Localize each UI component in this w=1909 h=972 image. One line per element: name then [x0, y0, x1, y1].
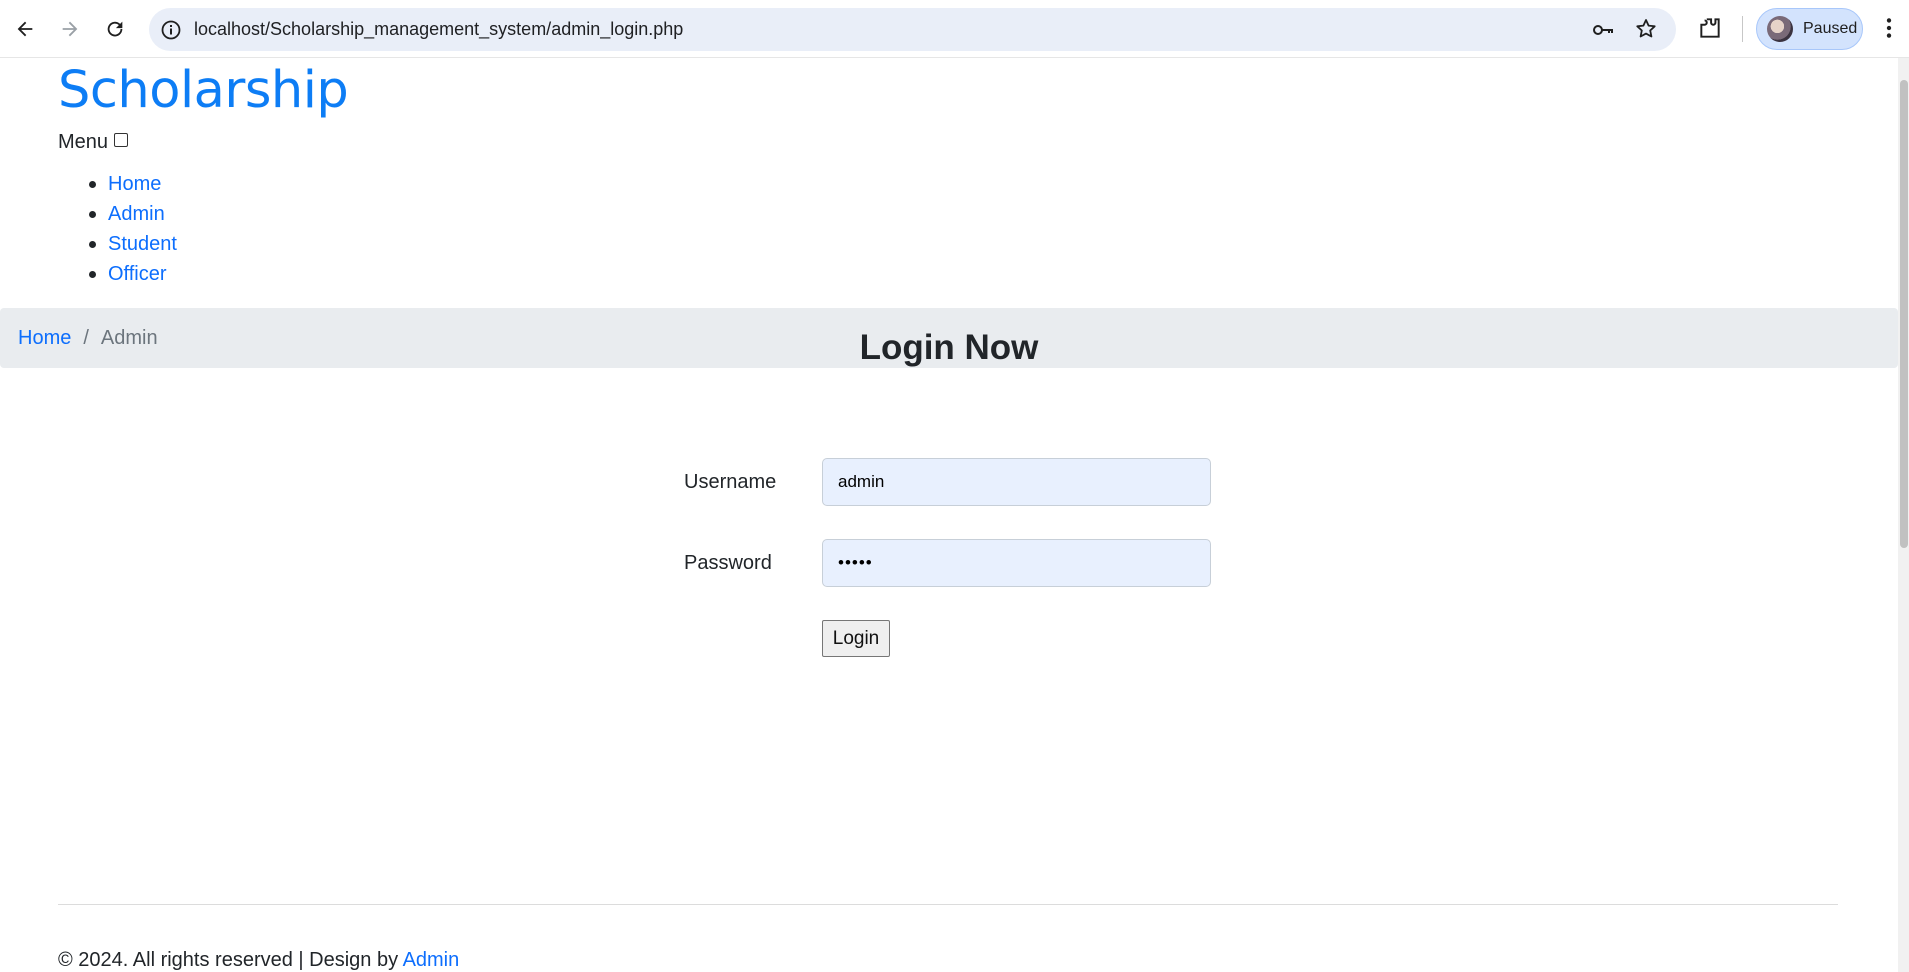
footer-copyright: © 2024. All rights reserved | Design by — [58, 949, 403, 971]
nav-item-admin[interactable]: Admin — [89, 199, 177, 229]
username-field[interactable]: admin — [822, 458, 1211, 506]
menu-label: Menu — [58, 131, 109, 153]
footer-text: © 2024. All rights reserved | Design by … — [58, 949, 459, 972]
page-title: Login Now — [859, 328, 1039, 367]
nav-item-student[interactable]: Student — [89, 229, 177, 259]
profile-avatar — [1767, 16, 1793, 42]
more-menu-icon[interactable] — [1876, 15, 1902, 41]
extensions-icon[interactable] — [1697, 15, 1723, 41]
scrollbar-thumb[interactable] — [1900, 80, 1908, 548]
footer-divider — [58, 904, 1838, 905]
login-button[interactable]: Login — [822, 620, 890, 657]
page-content: Scholarship Menu Home Admin Student Offi… — [0, 58, 1898, 972]
page-scrollbar[interactable] — [1898, 58, 1909, 972]
nav-item-officer[interactable]: Officer — [89, 259, 177, 289]
profile-button[interactable]: Paused — [1756, 8, 1863, 50]
main-nav: Home Admin Student Officer — [89, 169, 177, 289]
password-label: Password — [684, 552, 772, 574]
back-arrow-icon[interactable] — [8, 12, 42, 46]
brand-title[interactable]: Scholarship — [58, 61, 349, 120]
toolbar-divider — [1742, 16, 1743, 42]
password-field[interactable]: ••••• — [822, 539, 1211, 587]
username-label: Username — [684, 471, 777, 493]
profile-status: Paused — [1803, 20, 1858, 37]
menu-toggle: Menu — [58, 131, 129, 154]
browser-toolbar: localhost/Scholarship_management_system/… — [0, 0, 1909, 58]
nav-item-home[interactable]: Home — [89, 169, 177, 199]
forward-arrow-icon[interactable] — [53, 12, 87, 46]
address-bar[interactable]: localhost/Scholarship_management_system/… — [149, 8, 1676, 51]
site-info-icon[interactable] — [159, 18, 183, 42]
menu-checkbox[interactable] — [114, 132, 129, 147]
footer-admin-link[interactable]: Admin — [403, 949, 460, 971]
password-key-icon[interactable] — [1591, 18, 1615, 42]
url-text[interactable]: localhost/Scholarship_management_system/… — [194, 8, 683, 51]
reload-icon[interactable] — [98, 12, 132, 46]
bookmark-star-icon[interactable] — [1634, 17, 1658, 41]
